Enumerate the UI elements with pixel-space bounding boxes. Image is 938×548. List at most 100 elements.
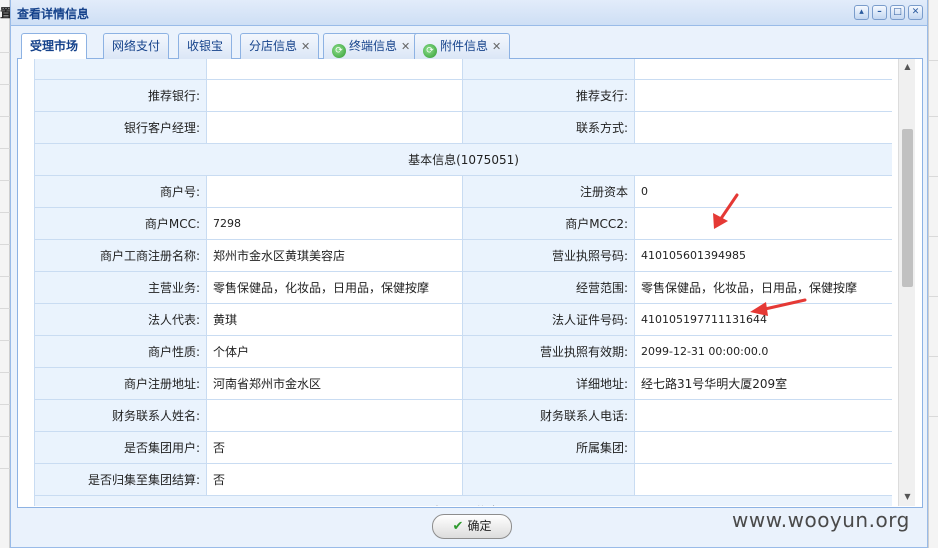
detail-dialog: 查看详情信息 ▴ – □ ✕ 受理市场 网络支付 收银宝 分店信息 ✕ ⟳ 终端信息… xyxy=(10,0,928,548)
background-grid-line xyxy=(0,468,10,469)
section-title-account-info: 受理账号信息 xyxy=(34,495,892,506)
background-grid-line xyxy=(0,308,10,309)
background-grid-line xyxy=(929,116,938,117)
background-grid-line xyxy=(929,60,938,61)
field-value: 2099-12-31 00:00:00.0 xyxy=(634,335,892,368)
tab-panel: 推荐银行: 推荐支行: 银行客户经理: 联系方式: 基本信息(1075051) xyxy=(17,59,923,508)
scrollbar-thumb[interactable] xyxy=(902,129,913,287)
field-label xyxy=(462,59,635,80)
background-grid-line xyxy=(0,340,10,341)
field-label: 经营范围: xyxy=(462,271,635,304)
field-label xyxy=(462,463,635,496)
field-value xyxy=(206,175,463,208)
field-value: 零售保健品，化妆品，日用品，保健按摩 xyxy=(206,271,463,304)
field-value xyxy=(206,111,463,144)
tab-close-icon[interactable]: ✕ xyxy=(492,40,501,53)
field-value xyxy=(206,59,463,80)
table-row xyxy=(34,59,892,80)
field-label: 商户号: xyxy=(34,175,207,208)
section-header-row: 基本信息(1075051) xyxy=(34,143,892,176)
field-label: 商户工商注册名称: xyxy=(34,239,207,272)
field-label: 商户MCC2: xyxy=(462,207,635,240)
tab-label: 网络支付 xyxy=(112,39,161,53)
field-value xyxy=(634,207,892,240)
tab-online-payment[interactable]: 网络支付 xyxy=(103,33,170,59)
refresh-icon: ⟳ xyxy=(332,44,346,58)
tab-strip: 受理市场 网络支付 收银宝 分店信息 ✕ ⟳ 终端信息 ✕ ⟳ 附件信息 ✕ xyxy=(17,31,923,60)
tab-branch-info[interactable]: 分店信息 ✕ xyxy=(240,33,320,59)
table-row: 银行客户经理: 联系方式: xyxy=(34,111,892,144)
minimize-icon[interactable]: – xyxy=(872,5,887,20)
tab-terminal-info[interactable]: ⟳ 终端信息 ✕ xyxy=(323,33,420,59)
field-value: 黄琪 xyxy=(206,303,463,336)
field-label: 财务联系人姓名: xyxy=(34,399,207,432)
field-value xyxy=(206,399,463,432)
field-label: 商户注册地址: xyxy=(34,367,207,400)
table-row: 商户工商注册名称: 郑州市金水区黄琪美容店 营业执照号码: 4101056013… xyxy=(34,239,892,272)
field-value xyxy=(634,79,892,112)
field-label: 商户性质: xyxy=(34,335,207,368)
maximize-icon[interactable]: □ xyxy=(890,5,905,20)
collapse-icon[interactable]: ▴ xyxy=(854,5,869,20)
tab-label: 收银宝 xyxy=(187,39,224,53)
field-value: 否 xyxy=(206,463,463,496)
field-value: 郑州市金水区黄琪美容店 xyxy=(206,239,463,272)
field-value: 个体户 xyxy=(206,335,463,368)
field-label: 注册资本 xyxy=(462,175,635,208)
field-label: 是否归集至集团结算: xyxy=(34,463,207,496)
field-value: 零售保健品，化妆品，日用品，保健按摩 xyxy=(634,271,892,304)
field-label: 法人证件号码: xyxy=(462,303,635,336)
table-row: 法人代表: 黄琪 法人证件号码: 410105197711131644 xyxy=(34,303,892,336)
table-row: 主营业务: 零售保健品，化妆品，日用品，保健按摩 经营范围: 零售保健品，化妆品… xyxy=(34,271,892,304)
scroll-up-arrow-icon[interactable]: ▲ xyxy=(901,61,914,73)
tab-acceptance-market[interactable]: 受理市场 xyxy=(21,33,88,60)
background-grid-line xyxy=(929,236,938,237)
table-row: 是否集团用户: 否 所属集团: xyxy=(34,431,892,464)
table-row: 是否归集至集团结算: 否 xyxy=(34,463,892,496)
background-grid-line xyxy=(0,244,10,245)
scroll-down-arrow-icon[interactable]: ▼ xyxy=(901,491,914,503)
field-value xyxy=(634,463,892,496)
background-grid-line xyxy=(0,276,10,277)
background-grid-line xyxy=(0,372,10,373)
close-icon[interactable]: ✕ xyxy=(908,5,923,20)
field-label xyxy=(34,59,207,80)
field-value xyxy=(634,399,892,432)
info-table-viewport[interactable]: 推荐银行: 推荐支行: 银行客户经理: 联系方式: 基本信息(1075051) xyxy=(34,59,892,506)
field-label: 主营业务: xyxy=(34,271,207,304)
background-grid-line xyxy=(929,176,938,177)
field-label: 联系方式: xyxy=(462,111,635,144)
field-label: 推荐银行: xyxy=(34,79,207,112)
tab-cashier[interactable]: 收银宝 xyxy=(178,33,233,59)
section-header-row: 受理账号信息 xyxy=(34,495,892,506)
confirm-button[interactable]: ✔ 确定 xyxy=(432,514,512,539)
background-grid-line xyxy=(0,148,10,149)
field-label: 商户MCC: xyxy=(34,207,207,240)
table-row: 推荐银行: 推荐支行: xyxy=(34,79,892,112)
refresh-icon: ⟳ xyxy=(423,44,437,58)
field-label: 财务联系人电话: xyxy=(462,399,635,432)
window-tools: ▴ – □ ✕ xyxy=(854,5,923,20)
section-title-basic-info: 基本信息(1075051) xyxy=(34,143,892,176)
tab-close-icon[interactable]: ✕ xyxy=(301,40,310,53)
field-value: 0 xyxy=(634,175,892,208)
background-grid-line xyxy=(0,180,10,181)
field-value: 410105197711131644 xyxy=(634,303,892,336)
field-value xyxy=(634,111,892,144)
background-grid-line xyxy=(0,436,10,437)
dialog-titlebar[interactable]: 查看详情信息 ▴ – □ ✕ xyxy=(11,0,927,26)
tab-label: 受理市场 xyxy=(30,39,79,53)
field-label: 营业执照有效期: xyxy=(462,335,635,368)
field-label: 营业执照号码: xyxy=(462,239,635,272)
field-value: 410105601394985 xyxy=(634,239,892,272)
watermark: www.wooyun.org xyxy=(732,508,910,532)
vertical-scrollbar[interactable]: ▲ ▼ xyxy=(898,59,915,506)
confirm-button-label: 确定 xyxy=(467,519,492,533)
check-icon: ✔ xyxy=(452,519,464,534)
background-grid-line xyxy=(929,296,938,297)
tab-close-icon[interactable]: ✕ xyxy=(401,40,410,53)
background-grid-line xyxy=(0,212,10,213)
background-grid-line xyxy=(0,52,10,53)
field-label: 法人代表: xyxy=(34,303,207,336)
tab-attachment-info[interactable]: ⟳ 附件信息 ✕ xyxy=(414,33,511,59)
